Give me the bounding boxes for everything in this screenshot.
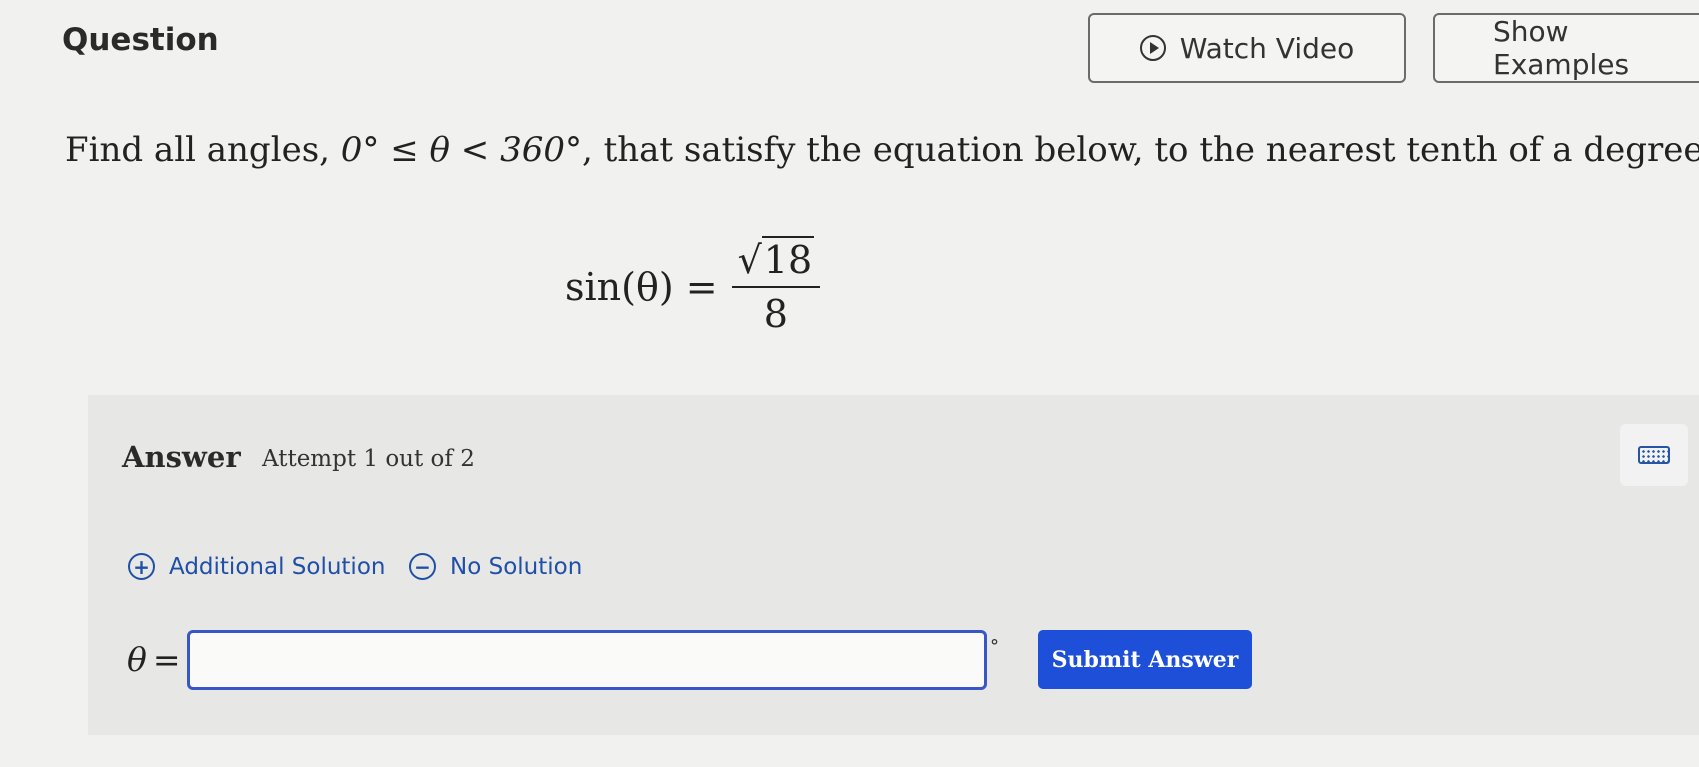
theta-variable: θ — [127, 640, 147, 679]
question-prompt: Find all angles, 0° ≤ θ < 360°, that sat… — [65, 130, 1699, 170]
attempt-counter: Attempt 1 out of 2 — [262, 446, 475, 472]
prompt-math: 0° ≤ θ < 360° — [340, 130, 582, 170]
prompt-text-after: , that satisfy the equation below, to th… — [581, 130, 1699, 170]
prompt-text-before: Find all angles, — [65, 130, 341, 170]
equation: sin(θ) = √18 8 — [565, 236, 821, 336]
equation-lhs: sin(θ) = — [565, 265, 718, 309]
equals-sign: = — [152, 640, 181, 679]
plus-circle-icon: + — [128, 553, 155, 580]
show-examples-label: Show Examples — [1493, 15, 1630, 81]
theta-label: θ = — [127, 640, 181, 679]
keyboard-icon — [1638, 446, 1670, 464]
additional-solution-label: Additional Solution — [169, 553, 386, 580]
play-circle-icon — [1139, 35, 1166, 61]
fraction-denominator: 8 — [763, 292, 788, 336]
watch-video-button[interactable]: Watch Video — [1088, 13, 1406, 83]
question-title: Question — [62, 22, 219, 58]
additional-solution-button[interactable]: + Additional Solution — [128, 553, 385, 580]
submit-answer-button[interactable]: Submit Answer — [1038, 630, 1252, 689]
keyboard-toggle-button[interactable] — [1620, 424, 1688, 486]
equation-fraction: √18 8 — [731, 236, 821, 336]
minus-circle-icon: − — [409, 553, 436, 580]
answer-label: Answer — [122, 440, 241, 474]
radical-symbol: √ — [737, 238, 762, 282]
show-examples-button[interactable]: Show Examples — [1433, 13, 1699, 83]
no-solution-button[interactable]: − No Solution — [409, 553, 582, 580]
degree-symbol: ° — [990, 636, 999, 657]
angle-answer-input[interactable] — [187, 630, 987, 690]
fraction-numerator: √18 — [731, 236, 821, 288]
no-solution-label: No Solution — [450, 553, 583, 580]
watch-video-label: Watch Video — [1179, 31, 1355, 65]
radicand: 18 — [761, 236, 815, 282]
